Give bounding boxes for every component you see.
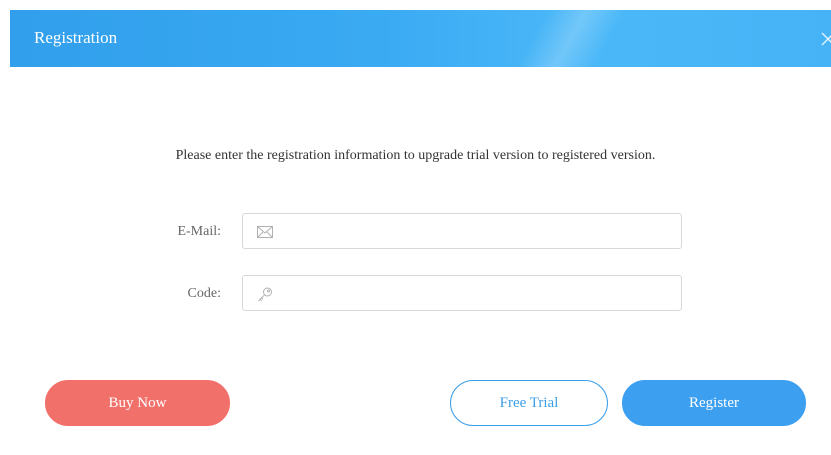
title-bar-highlight [480,10,660,67]
register-button[interactable]: Register [622,380,806,426]
buy-now-button[interactable]: Buy Now [45,380,230,426]
code-input[interactable] [283,276,677,312]
key-icon [256,286,274,302]
instruction-text: Please enter the registration informatio… [175,148,656,163]
email-label: E-Mail: [177,224,221,239]
envelope-icon [256,224,274,240]
free-trial-button[interactable]: Free Trial [450,380,608,426]
email-field[interactable] [242,213,682,250]
close-icon-graphic [821,32,831,46]
email-input[interactable] [283,214,677,250]
close-icon[interactable] [819,30,831,50]
title-bar: Registration [10,10,831,67]
dialog-title: Registration [34,28,118,47]
code-label: Code: [187,286,221,301]
code-field[interactable] [242,275,682,312]
